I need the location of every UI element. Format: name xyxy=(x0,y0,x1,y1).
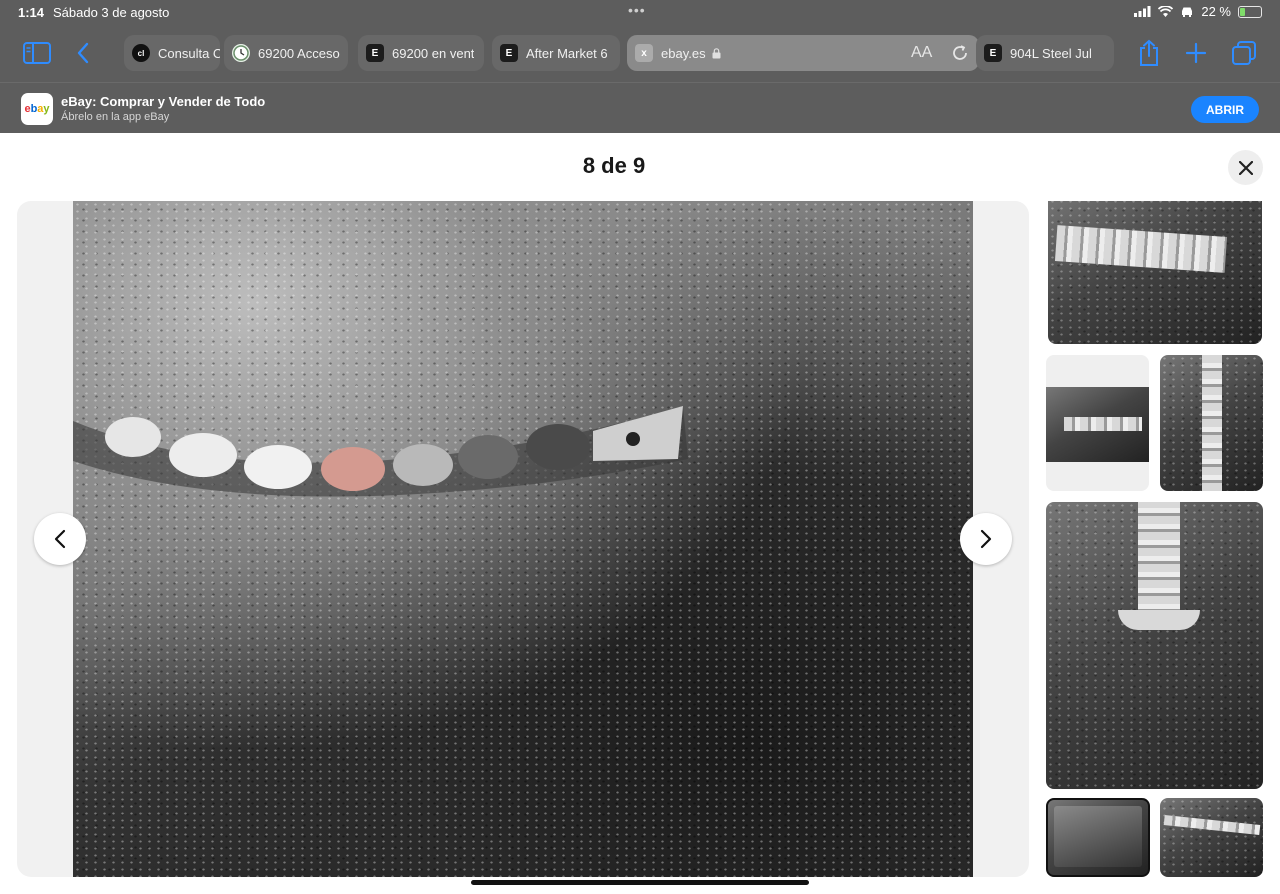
main-image-viewer[interactable] xyxy=(17,201,1029,877)
thumbnail-texture xyxy=(1160,798,1263,877)
tab-label: After Market 6 xyxy=(526,45,608,61)
thumbnail-texture xyxy=(1048,201,1262,344)
next-image-button[interactable] xyxy=(960,513,1012,565)
tab-ebay-active[interactable]: x ebay.es AA xyxy=(627,35,979,71)
reader-mode-aa-icon[interactable]: AA xyxy=(911,44,932,62)
multitasking-dots-icon[interactable]: ••• xyxy=(628,2,646,18)
close-icon xyxy=(1238,160,1253,175)
status-bar: 1:14 Sábado 3 de agosto ••• 22 % xyxy=(0,0,1280,26)
thumbnail-strip[interactable] xyxy=(1046,201,1263,877)
banner-subtitle: Ábrelo en la app eBay xyxy=(61,111,170,123)
address-url[interactable]: ebay.es xyxy=(661,46,706,61)
thumbnail-2-photo xyxy=(1046,387,1149,462)
thumbnail-8-selected[interactable] xyxy=(1046,798,1150,877)
tab-favicon-icon: E xyxy=(500,44,518,62)
tab-904l-steel[interactable]: E 904L Steel Jul xyxy=(976,35,1114,71)
tab-69200-acceso[interactable]: 69200 Acceso xyxy=(224,35,348,71)
image-viewer-page: 8 de 9 xyxy=(0,133,1280,894)
reload-icon[interactable] xyxy=(950,43,970,63)
status-date: Sábado 3 de agosto xyxy=(53,5,170,20)
clock-favicon-icon xyxy=(232,44,250,62)
thumbnail-bracelet xyxy=(1064,417,1142,431)
battery-charging-icon xyxy=(1238,5,1262,18)
tab-after-market[interactable]: E After Market 6 xyxy=(492,35,620,71)
tab-label: 69200 en vent xyxy=(392,45,475,61)
ebay-app-icon: ebay xyxy=(21,93,53,125)
car-icon xyxy=(1182,7,1193,17)
image-counter: 8 de 9 xyxy=(582,153,646,178)
tab-favicon-icon: E xyxy=(984,44,1002,62)
thumbnail-9[interactable] xyxy=(1160,798,1263,877)
home-indicator[interactable] xyxy=(471,880,809,885)
share-icon[interactable] xyxy=(1134,38,1164,68)
cellular-signal-icon xyxy=(1134,6,1151,17)
previous-image-button[interactable] xyxy=(34,513,86,565)
lock-icon xyxy=(712,47,721,58)
tab-favicon-icon: E xyxy=(366,44,384,62)
back-icon[interactable] xyxy=(68,38,98,68)
thumbnail-clasp xyxy=(1118,610,1200,630)
browser-toolbar: cl Consulta C 69200 Acceso E 69200 en ve… xyxy=(0,26,1280,82)
thumbnail-1[interactable] xyxy=(1048,201,1262,344)
tab-label: Consulta C xyxy=(158,45,220,61)
tab-69200-en-venta[interactable]: E 69200 en vent xyxy=(358,35,484,71)
banner-app-name: eBay: Comprar y Vender de Todo xyxy=(61,94,266,109)
thumbnail-bracelet xyxy=(1138,502,1180,620)
smart-app-banner: ebay eBay: Comprar y Vender de Todo Ábre… xyxy=(0,82,1280,133)
thumbnail-3[interactable] xyxy=(1160,355,1263,491)
tab-label: 69200 Acceso xyxy=(258,45,340,61)
status-indicators: 22 % xyxy=(1134,4,1262,19)
chevron-right-icon xyxy=(980,529,992,549)
tab-overview-icon[interactable] xyxy=(1229,38,1259,68)
battery-level-fill xyxy=(1240,7,1245,16)
open-app-button[interactable]: ABRIR xyxy=(1191,96,1259,123)
bracelet-links-shape xyxy=(73,406,688,497)
thumbnail-8-photo xyxy=(1054,806,1142,867)
tab-favicon-icon: cl xyxy=(132,44,150,62)
thumbnail-2[interactable] xyxy=(1046,355,1149,491)
main-product-photo xyxy=(73,201,973,877)
chevron-left-icon xyxy=(54,529,66,549)
thumbnail-bracelet xyxy=(1202,355,1222,491)
tab-favicon-icon: x xyxy=(635,44,653,62)
sidebar-icon[interactable] xyxy=(22,38,52,68)
wifi-icon xyxy=(1158,6,1174,17)
photo-texture xyxy=(73,201,973,877)
tab-label: 904L Steel Jul xyxy=(1010,45,1092,61)
new-tab-icon[interactable] xyxy=(1181,38,1211,68)
battery-percentage: 22 % xyxy=(1201,4,1231,19)
close-viewer-button[interactable] xyxy=(1228,150,1263,185)
tab-consulta[interactable]: cl Consulta C xyxy=(124,35,220,71)
status-time: 1:14 xyxy=(18,5,45,20)
thumbnail-4[interactable] xyxy=(1046,502,1263,789)
